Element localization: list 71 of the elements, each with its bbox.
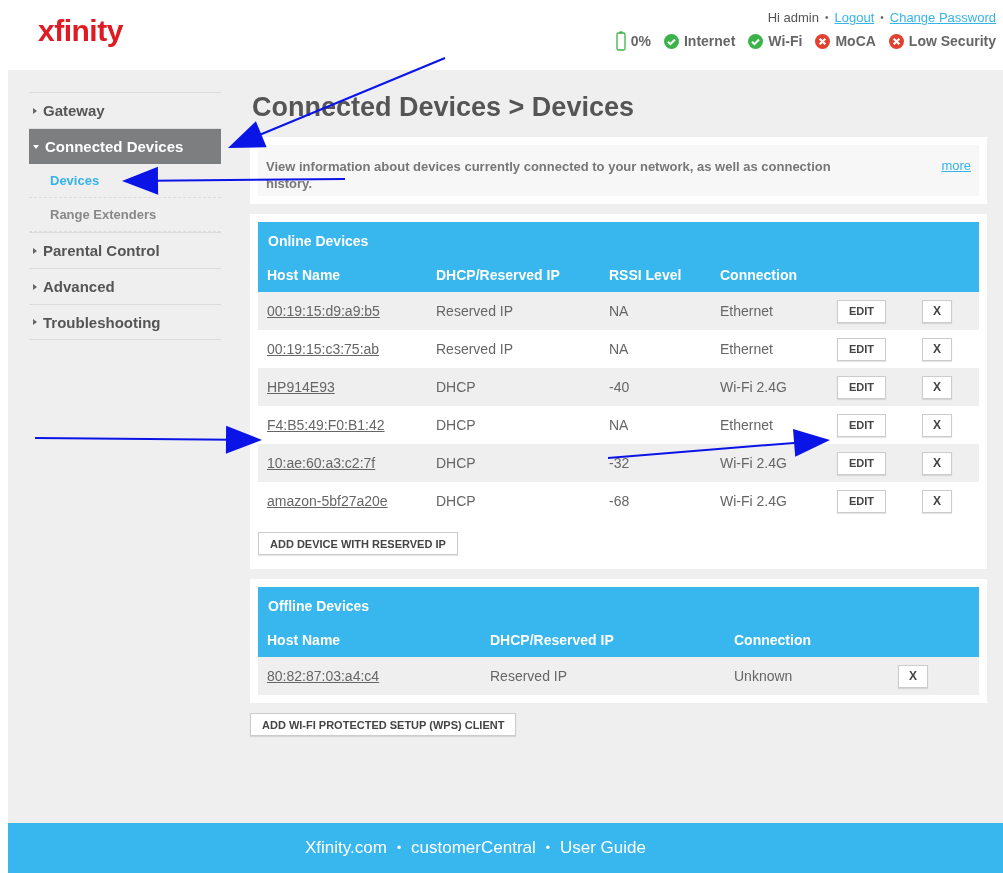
column-header: RSSI Level [609, 266, 683, 283]
nav-item[interactable]: Parental Control [29, 232, 221, 268]
table-cell-text: Unknown [734, 668, 794, 684]
table-cell-text: -68 [609, 493, 631, 509]
table-cell-text: -32 [609, 455, 631, 471]
table-cell-text: DHCP [436, 455, 477, 471]
error-icon [815, 33, 831, 49]
host-link[interactable]: HP914E93 [267, 379, 436, 395]
edit-button[interactable]: EDIT [837, 375, 886, 399]
separator-dot: • [545, 841, 550, 855]
table-title: Offline Devices [267, 597, 371, 616]
check-icon [664, 33, 679, 49]
check-icon [748, 33, 764, 49]
nav-item[interactable]: Advanced [29, 268, 221, 304]
host-link[interactable]: amazon-5bf27a20e [267, 493, 436, 509]
status-label: Internet [684, 33, 736, 49]
nav-item[interactable]: Connected Devices [29, 128, 221, 164]
table-title: Online Devices [267, 232, 370, 251]
status-label: MoCA [835, 33, 876, 49]
column-header: Host Name [267, 631, 342, 648]
table-cell-text: Wi-Fi 2.4G [720, 455, 788, 471]
host-link[interactable]: F4:B5:49:F0:B1:42 [267, 417, 436, 433]
table-cell-text: -40 [609, 379, 631, 395]
separator-dot: • [396, 841, 402, 855]
status-label: 0% [630, 33, 651, 49]
remove-button[interactable]: X [922, 337, 952, 361]
status-label: Low Security [908, 33, 996, 49]
separator-dot: • [824, 12, 829, 23]
logo[interactable]: xfinity [38, 14, 123, 50]
host-link[interactable]: 10:ae:60:a3:c2:7f [267, 455, 436, 471]
table-cell-text: Ethernet [720, 303, 774, 319]
nav-item[interactable]: Troubleshooting [29, 304, 221, 340]
edit-button[interactable]: EDIT [837, 413, 886, 437]
table-cell-text: Wi-Fi 2.4G [720, 493, 788, 509]
error-icon [888, 33, 904, 49]
table-cell-text: DHCP [436, 417, 477, 433]
edit-button[interactable]: EDIT [837, 451, 886, 475]
table-cell-text: Reserved IP [490, 668, 569, 684]
column-header: DHCP/Reserved IP [490, 631, 615, 648]
table-cell-text: Reserved IP [436, 303, 515, 319]
table-cell-text: DHCP [436, 379, 477, 395]
remove-button[interactable]: X [922, 299, 952, 323]
edit-button[interactable]: EDIT [837, 337, 886, 361]
edit-button[interactable]: EDIT [837, 489, 886, 513]
column-header: Connection [720, 266, 798, 283]
remove-button[interactable]: X [898, 664, 928, 688]
add-device-button[interactable]: ADD DEVICE WITH RESERVED IP [258, 532, 458, 555]
table-cell-text: Ethernet [720, 417, 774, 433]
column-header: Connection [734, 631, 812, 648]
table-cell-text: Reserved IP [436, 341, 515, 357]
table-cell-text: NA [609, 303, 630, 319]
column-header: Host Name [267, 266, 342, 283]
battery-icon [615, 31, 626, 51]
host-link[interactable]: 00:19:15:c3:75:ab [267, 341, 436, 357]
wps-button[interactable]: ADD WI-FI PROTECTED SETUP (WPS) CLIENT [250, 713, 517, 736]
host-link[interactable]: 80:82:87:03:a4:c4 [267, 668, 490, 684]
table-cell-text: Wi-Fi 2.4G [720, 379, 788, 395]
host-link[interactable]: 00:19:15:d9:a9:b5 [267, 303, 436, 319]
table-cell-text: DHCP [436, 493, 477, 509]
column-header: DHCP/Reserved IP [436, 266, 561, 283]
greeting-text: Hi admin [767, 10, 819, 25]
table-cell-text: NA [609, 341, 630, 357]
table-cell-text: NA [609, 417, 630, 433]
status-label: Wi-Fi [768, 33, 803, 49]
table-cell-text: Ethernet [720, 341, 774, 357]
remove-button[interactable]: X [922, 413, 952, 437]
edit-button[interactable]: EDIT [837, 299, 886, 323]
remove-button[interactable]: X [922, 451, 952, 475]
remove-button[interactable]: X [922, 375, 952, 399]
separator-dot: • [880, 12, 884, 23]
remove-button[interactable]: X [922, 489, 952, 513]
